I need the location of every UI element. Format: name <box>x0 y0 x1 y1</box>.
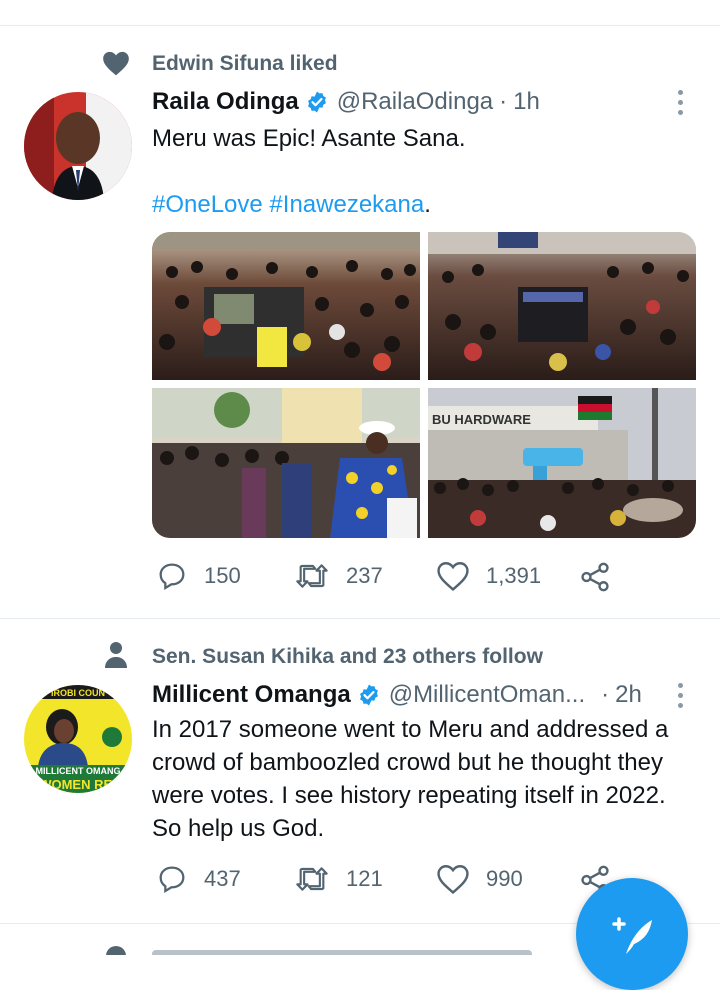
tweet-card[interactable]: Edwin Sifuna liked Raila Odinga @RailaOd… <box>0 26 720 618</box>
retweet-button[interactable]: 121 <box>294 863 383 895</box>
retweet-count: 237 <box>346 563 383 588</box>
retweet-icon <box>296 867 328 891</box>
avatar[interactable] <box>24 92 132 200</box>
author-handle[interactable]: @MillicentOman... <box>389 681 585 709</box>
crowd-photo-1[interactable] <box>152 232 420 380</box>
reply-button[interactable]: 437 <box>156 863 241 895</box>
reply-count: 437 <box>204 866 241 891</box>
share-icon <box>581 562 609 592</box>
author-name[interactable]: Millicent Omanga <box>152 681 351 709</box>
previous-tweet-fragment <box>150 0 620 2</box>
tweet-text-line: So help us God. <box>152 815 325 842</box>
retweet-button[interactable]: 237 <box>294 560 383 592</box>
like-count: 1,391 <box>486 563 542 588</box>
hashtag-suffix: . <box>424 191 431 218</box>
like-icon <box>437 865 469 895</box>
media-grid: BU HARDWARE <box>152 232 696 538</box>
person-icon <box>104 641 128 674</box>
svg-text:IROBI COUN: IROBI COUN <box>51 688 105 698</box>
hashtag-links[interactable]: #OneLove #Inawezekana <box>152 191 424 218</box>
tweet-header: Millicent Omanga @MillicentOman... · 2h <box>152 681 642 709</box>
reply-icon <box>159 866 185 894</box>
avatar[interactable]: IROBI COUN MILLICENT OMANG WOMEN REP <box>24 685 132 793</box>
timestamp[interactable]: 1h <box>513 88 540 116</box>
svg-text:MILLICENT OMANG: MILLICENT OMANG <box>36 766 121 776</box>
tweet-text-line: In 2017 someone went to Meru and address… <box>152 716 669 743</box>
tweet-card[interactable]: Sen. Susan Kihika and 23 others follow I… <box>0 619 720 923</box>
author-name[interactable]: Raila Odinga <box>152 88 299 116</box>
verified-badge-icon <box>357 683 381 707</box>
verified-badge-icon <box>305 90 329 114</box>
like-count: 990 <box>486 866 523 891</box>
crowd-photo-3[interactable] <box>152 388 420 538</box>
tweet-text-line: crowd of bamboozled crowd but he thought… <box>152 749 663 776</box>
tweet-text-line: Meru was Epic! Asante Sana. <box>152 125 466 152</box>
social-context[interactable]: Sen. Susan Kihika and 23 others follow <box>152 645 543 669</box>
heart-icon <box>102 50 130 81</box>
author-handle[interactable]: @RailaOdinga <box>337 88 493 116</box>
tweet-actions: 150 237 1,391 <box>152 560 632 600</box>
tweet-header: Raila Odinga @RailaOdinga · 1h <box>152 88 540 116</box>
tweet-text-line: were votes. I see history repeating itse… <box>152 782 666 809</box>
reply-button[interactable]: 150 <box>156 560 241 592</box>
reply-count: 150 <box>204 563 241 588</box>
timestamp[interactable]: 2h <box>615 681 642 709</box>
more-options-icon[interactable] <box>670 90 690 115</box>
separator-dot: · <box>499 88 508 115</box>
retweet-icon <box>296 564 328 588</box>
feather-plus-icon <box>612 917 652 954</box>
svg-text:WOMEN REP: WOMEN REP <box>39 777 121 792</box>
share-button[interactable] <box>578 560 612 594</box>
compose-tweet-button[interactable] <box>576 878 688 990</box>
retweet-count: 121 <box>346 866 383 891</box>
more-options-icon[interactable] <box>670 683 690 708</box>
reply-icon <box>159 563 185 591</box>
crowd-photo-4[interactable]: BU HARDWARE <box>428 388 696 538</box>
svg-text:BU HARDWARE: BU HARDWARE <box>432 412 531 427</box>
like-button[interactable]: 990 <box>436 863 523 895</box>
tweet-text: In 2017 someone went to Meru and address… <box>152 713 697 845</box>
like-icon <box>437 562 469 592</box>
person-icon <box>106 946 126 955</box>
crowd-photo-2[interactable] <box>428 232 696 380</box>
social-context[interactable]: Edwin Sifuna liked <box>152 52 338 76</box>
separator-dot: · <box>601 681 610 708</box>
like-button[interactable]: 1,391 <box>436 560 541 592</box>
tweet-actions: 437 121 990 <box>152 863 632 903</box>
tweet-text: Meru was Epic! Asante Sana. #OneLove #In… <box>152 122 697 221</box>
